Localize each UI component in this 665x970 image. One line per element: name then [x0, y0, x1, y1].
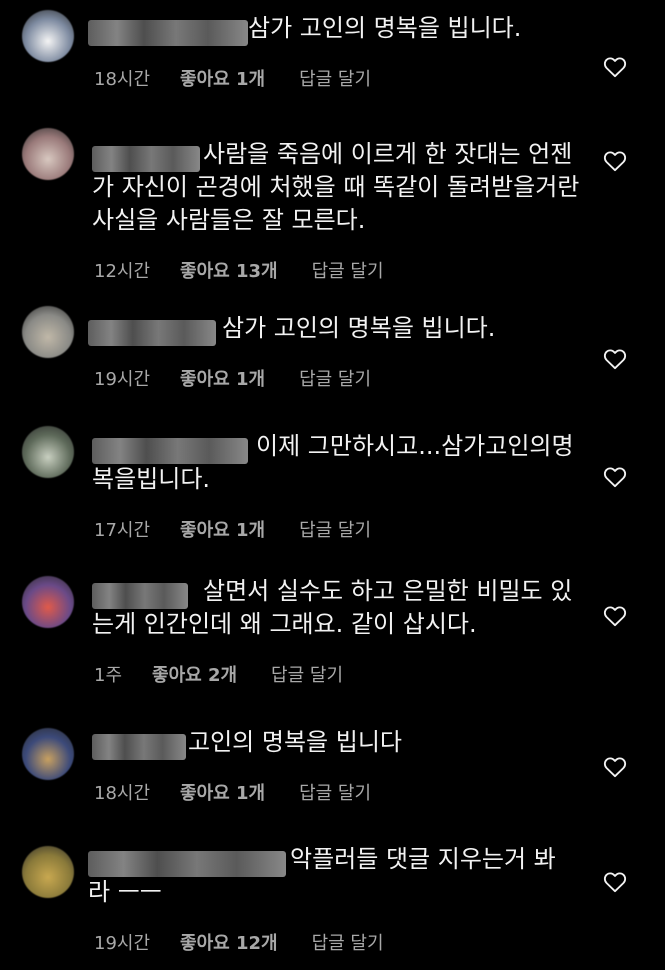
avatar[interactable]	[22, 576, 74, 628]
comment-meta: 19시간 좋아요 12개 답글 달기	[94, 929, 384, 955]
comment-time: 1주	[94, 665, 123, 686]
likes-count[interactable]: 좋아요 1개	[180, 779, 265, 805]
username-redacted[interactable]	[88, 20, 248, 46]
comment-meta: 19시간 좋아요 1개 답글 달기	[94, 365, 371, 391]
heart-icon[interactable]	[602, 869, 628, 895]
reply-button[interactable]: 답글 달기	[299, 779, 371, 805]
avatar[interactable]	[22, 10, 74, 62]
username-redacted[interactable]	[92, 438, 248, 464]
reply-button[interactable]: 답글 달기	[312, 929, 384, 955]
likes-count[interactable]: 좋아요 1개	[180, 365, 265, 391]
comment-text-line: 삼가 고인의 명복을 빕니다.	[248, 14, 522, 42]
comment-meta: 18시간 좋아요 1개 답글 달기	[94, 779, 371, 805]
avatar[interactable]	[22, 128, 74, 180]
heart-icon[interactable]	[602, 54, 628, 80]
comment-text-line: 가 자신이 곤경에 처했을 때 똑같이 돌려받을거란	[92, 173, 580, 201]
comment-time: 12시간	[94, 261, 151, 282]
comment-meta: 18시간 좋아요 1개 답글 달기	[94, 65, 371, 91]
comment-time: 19시간	[94, 933, 151, 954]
username-redacted[interactable]	[88, 851, 286, 877]
comment-text-line: 복을빕니다.	[92, 465, 211, 493]
username-redacted[interactable]	[92, 583, 188, 609]
avatar[interactable]	[22, 846, 74, 898]
avatar[interactable]	[22, 728, 74, 780]
comment-text-line: 는게 인간인데 왜 그래요. 같이 삽시다.	[92, 610, 477, 638]
reply-button[interactable]: 답글 달기	[312, 257, 384, 283]
username-redacted[interactable]	[92, 146, 200, 172]
comment-text-line: 사람을 죽음에 이르게 한 잣대는 언젠	[203, 140, 573, 168]
comment-text-line: 살면서 실수도 하고 은밀한 비밀도 있	[203, 577, 573, 605]
comment-time: 17시간	[94, 520, 151, 541]
comment-time: 18시간	[94, 69, 151, 90]
heart-icon[interactable]	[602, 603, 628, 629]
comment-meta: 1주 좋아요 2개 답글 달기	[94, 661, 343, 687]
heart-icon[interactable]	[602, 464, 628, 490]
comment-text-line: 이제 그만하시고...삼가고인의명	[256, 432, 574, 460]
comment-text-line: 라 ㅡㅡ	[88, 878, 162, 906]
username-redacted[interactable]	[92, 734, 186, 760]
comment-text-line: 악플러들 댓글 지우는거 봐	[290, 845, 556, 873]
heart-icon[interactable]	[602, 148, 628, 174]
likes-count[interactable]: 좋아요 1개	[180, 65, 265, 91]
avatar[interactable]	[22, 306, 74, 358]
likes-count[interactable]: 좋아요 13개	[180, 257, 278, 283]
likes-count[interactable]: 좋아요 12개	[180, 929, 278, 955]
comment-text-line: 삼가 고인의 명복을 빕니다.	[222, 314, 496, 342]
comment-time: 18시간	[94, 783, 151, 804]
heart-icon[interactable]	[602, 754, 628, 780]
likes-count[interactable]: 좋아요 2개	[152, 661, 237, 687]
reply-button[interactable]: 답글 달기	[271, 661, 343, 687]
avatar[interactable]	[22, 426, 74, 478]
heart-icon[interactable]	[602, 346, 628, 372]
comment-text-line: 사실을 사람들은 잘 모른다.	[92, 206, 366, 234]
comment-meta: 12시간 좋아요 13개 답글 달기	[94, 257, 384, 283]
reply-button[interactable]: 답글 달기	[299, 516, 371, 542]
comment-time: 19시간	[94, 369, 151, 390]
likes-count[interactable]: 좋아요 1개	[180, 516, 265, 542]
comment-text-line: 고인의 명복을 빕니다	[188, 728, 402, 756]
username-redacted[interactable]	[88, 320, 216, 346]
reply-button[interactable]: 답글 달기	[299, 65, 371, 91]
reply-button[interactable]: 답글 달기	[299, 365, 371, 391]
comment-meta: 17시간 좋아요 1개 답글 달기	[94, 516, 371, 542]
